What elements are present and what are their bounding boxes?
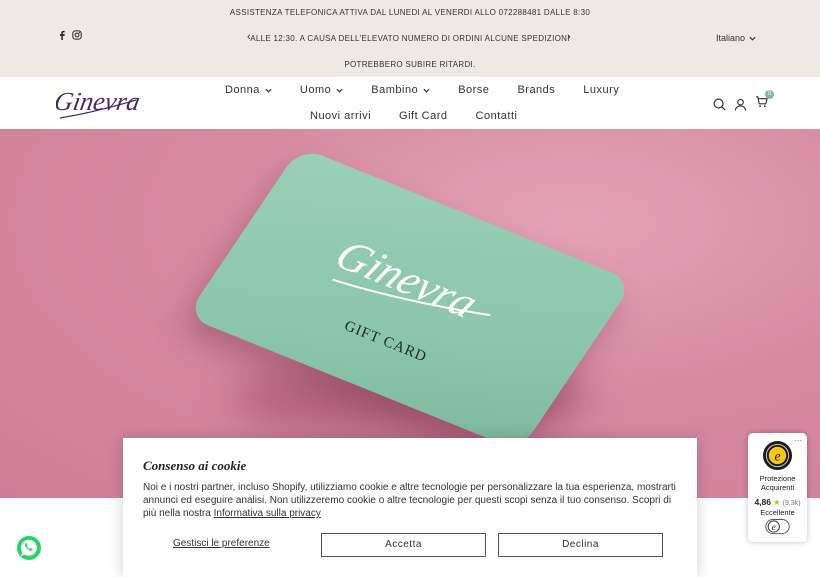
badge-title: Protezione Acquirenti — [759, 474, 796, 492]
nav-label: Donna — [225, 84, 260, 96]
badge-label: Eccellente — [760, 508, 795, 517]
announcement-line-3: POTREBBERO SUBIRE RITARDI. — [344, 60, 476, 69]
account-icon[interactable] — [734, 98, 747, 111]
nav-label: Luxury — [583, 84, 620, 96]
nav-item-luxury[interactable]: Luxury — [583, 84, 619, 96]
ginevra-logo[interactable]: Ginevra — [56, 82, 140, 122]
decline-button[interactable]: Declina — [498, 533, 663, 557]
nav-item-brands[interactable]: Brands — [517, 84, 555, 96]
announcement-next-arrow[interactable]: › — [567, 31, 571, 43]
cart-button[interactable]: 0 — [755, 90, 774, 113]
announcement-line-1: ASSISTENZA TELEFONICA ATTIVA DAL LUNEDI … — [229, 8, 591, 17]
announcement-bar: ASSISTENZA TELEFONICA ATTIVA DAL LUNEDI … — [0, 0, 820, 77]
secondary-nav: Nuovi arrivi Gift Card Contatti — [310, 110, 517, 122]
nav-label: Bambino — [371, 84, 419, 96]
trusted-shops-seal-icon: e — [762, 440, 793, 471]
cookie-title: Consenso ai cookie — [143, 458, 247, 473]
primary-nav: Donna Uomo Bambino Borse Brands Luxury — [225, 84, 619, 96]
nav-item-borse[interactable]: Borse — [458, 84, 489, 96]
badge-menu-icon[interactable]: ... — [794, 433, 802, 443]
language-label: Italiano — [715, 33, 745, 43]
svg-text:e: e — [774, 448, 780, 463]
rating-value: 4,86 — [754, 497, 771, 507]
nav-item-bambino[interactable]: Bambino — [371, 84, 430, 96]
chevron-down-icon — [749, 36, 756, 41]
whatsapp-icon[interactable] — [16, 535, 42, 561]
star-icon: ★ — [773, 498, 781, 507]
nav-item-nuovi-arrivi[interactable]: Nuovi arrivi — [310, 110, 371, 122]
chevron-down-icon — [423, 88, 430, 93]
rating-count: (9,3k) — [782, 500, 801, 507]
nav-item-contatti[interactable]: Contatti — [476, 110, 518, 122]
svg-text:e: e — [772, 523, 776, 533]
trusted-shops-badge[interactable]: ... e Protezione Acquirenti 4,86 ★ (9,3k… — [748, 433, 807, 542]
privacy-policy-link[interactable]: Informativa sulla privacy — [214, 508, 321, 519]
badge-rating: 4,86 ★ (9,3k) — [748, 497, 807, 507]
accept-button[interactable]: Accetta — [321, 533, 486, 557]
cookie-consent-dialog: Consenso ai cookie Noi e i nostri partne… — [123, 438, 697, 577]
search-icon[interactable] — [713, 98, 726, 111]
announcement-line-2: ALLE 12:30. A CAUSA DELL'ELEVATO NUMERO … — [250, 34, 570, 43]
nav-label: Borse — [458, 84, 490, 96]
nav-label: Brands — [517, 84, 556, 96]
manage-preferences-button[interactable]: Gestisci le preferenze — [173, 538, 270, 549]
cart-count-badge: 0 — [765, 90, 774, 99]
trusted-shops-e-icon: e — [765, 519, 790, 534]
cookie-body: Noi e i nostri partner, incluso Shopify,… — [143, 481, 677, 520]
chevron-down-icon — [336, 88, 343, 93]
nav-item-uomo[interactable]: Uomo — [300, 84, 343, 96]
nav-label: Uomo — [299, 84, 332, 96]
language-selector[interactable]: Italiano — [716, 33, 756, 43]
nav-item-gift-card[interactable]: Gift Card — [399, 110, 448, 122]
cookie-actions: Gestisci le preferenze Accetta Declina — [123, 533, 697, 557]
header-actions: 0 — [713, 90, 774, 113]
site-header: Ginevra Donna Uomo Bambino Borse Brands … — [0, 77, 820, 129]
svg-text:Ginevra: Ginevra — [56, 87, 140, 116]
nav-item-donna[interactable]: Donna — [225, 84, 272, 96]
chevron-down-icon — [265, 88, 272, 93]
